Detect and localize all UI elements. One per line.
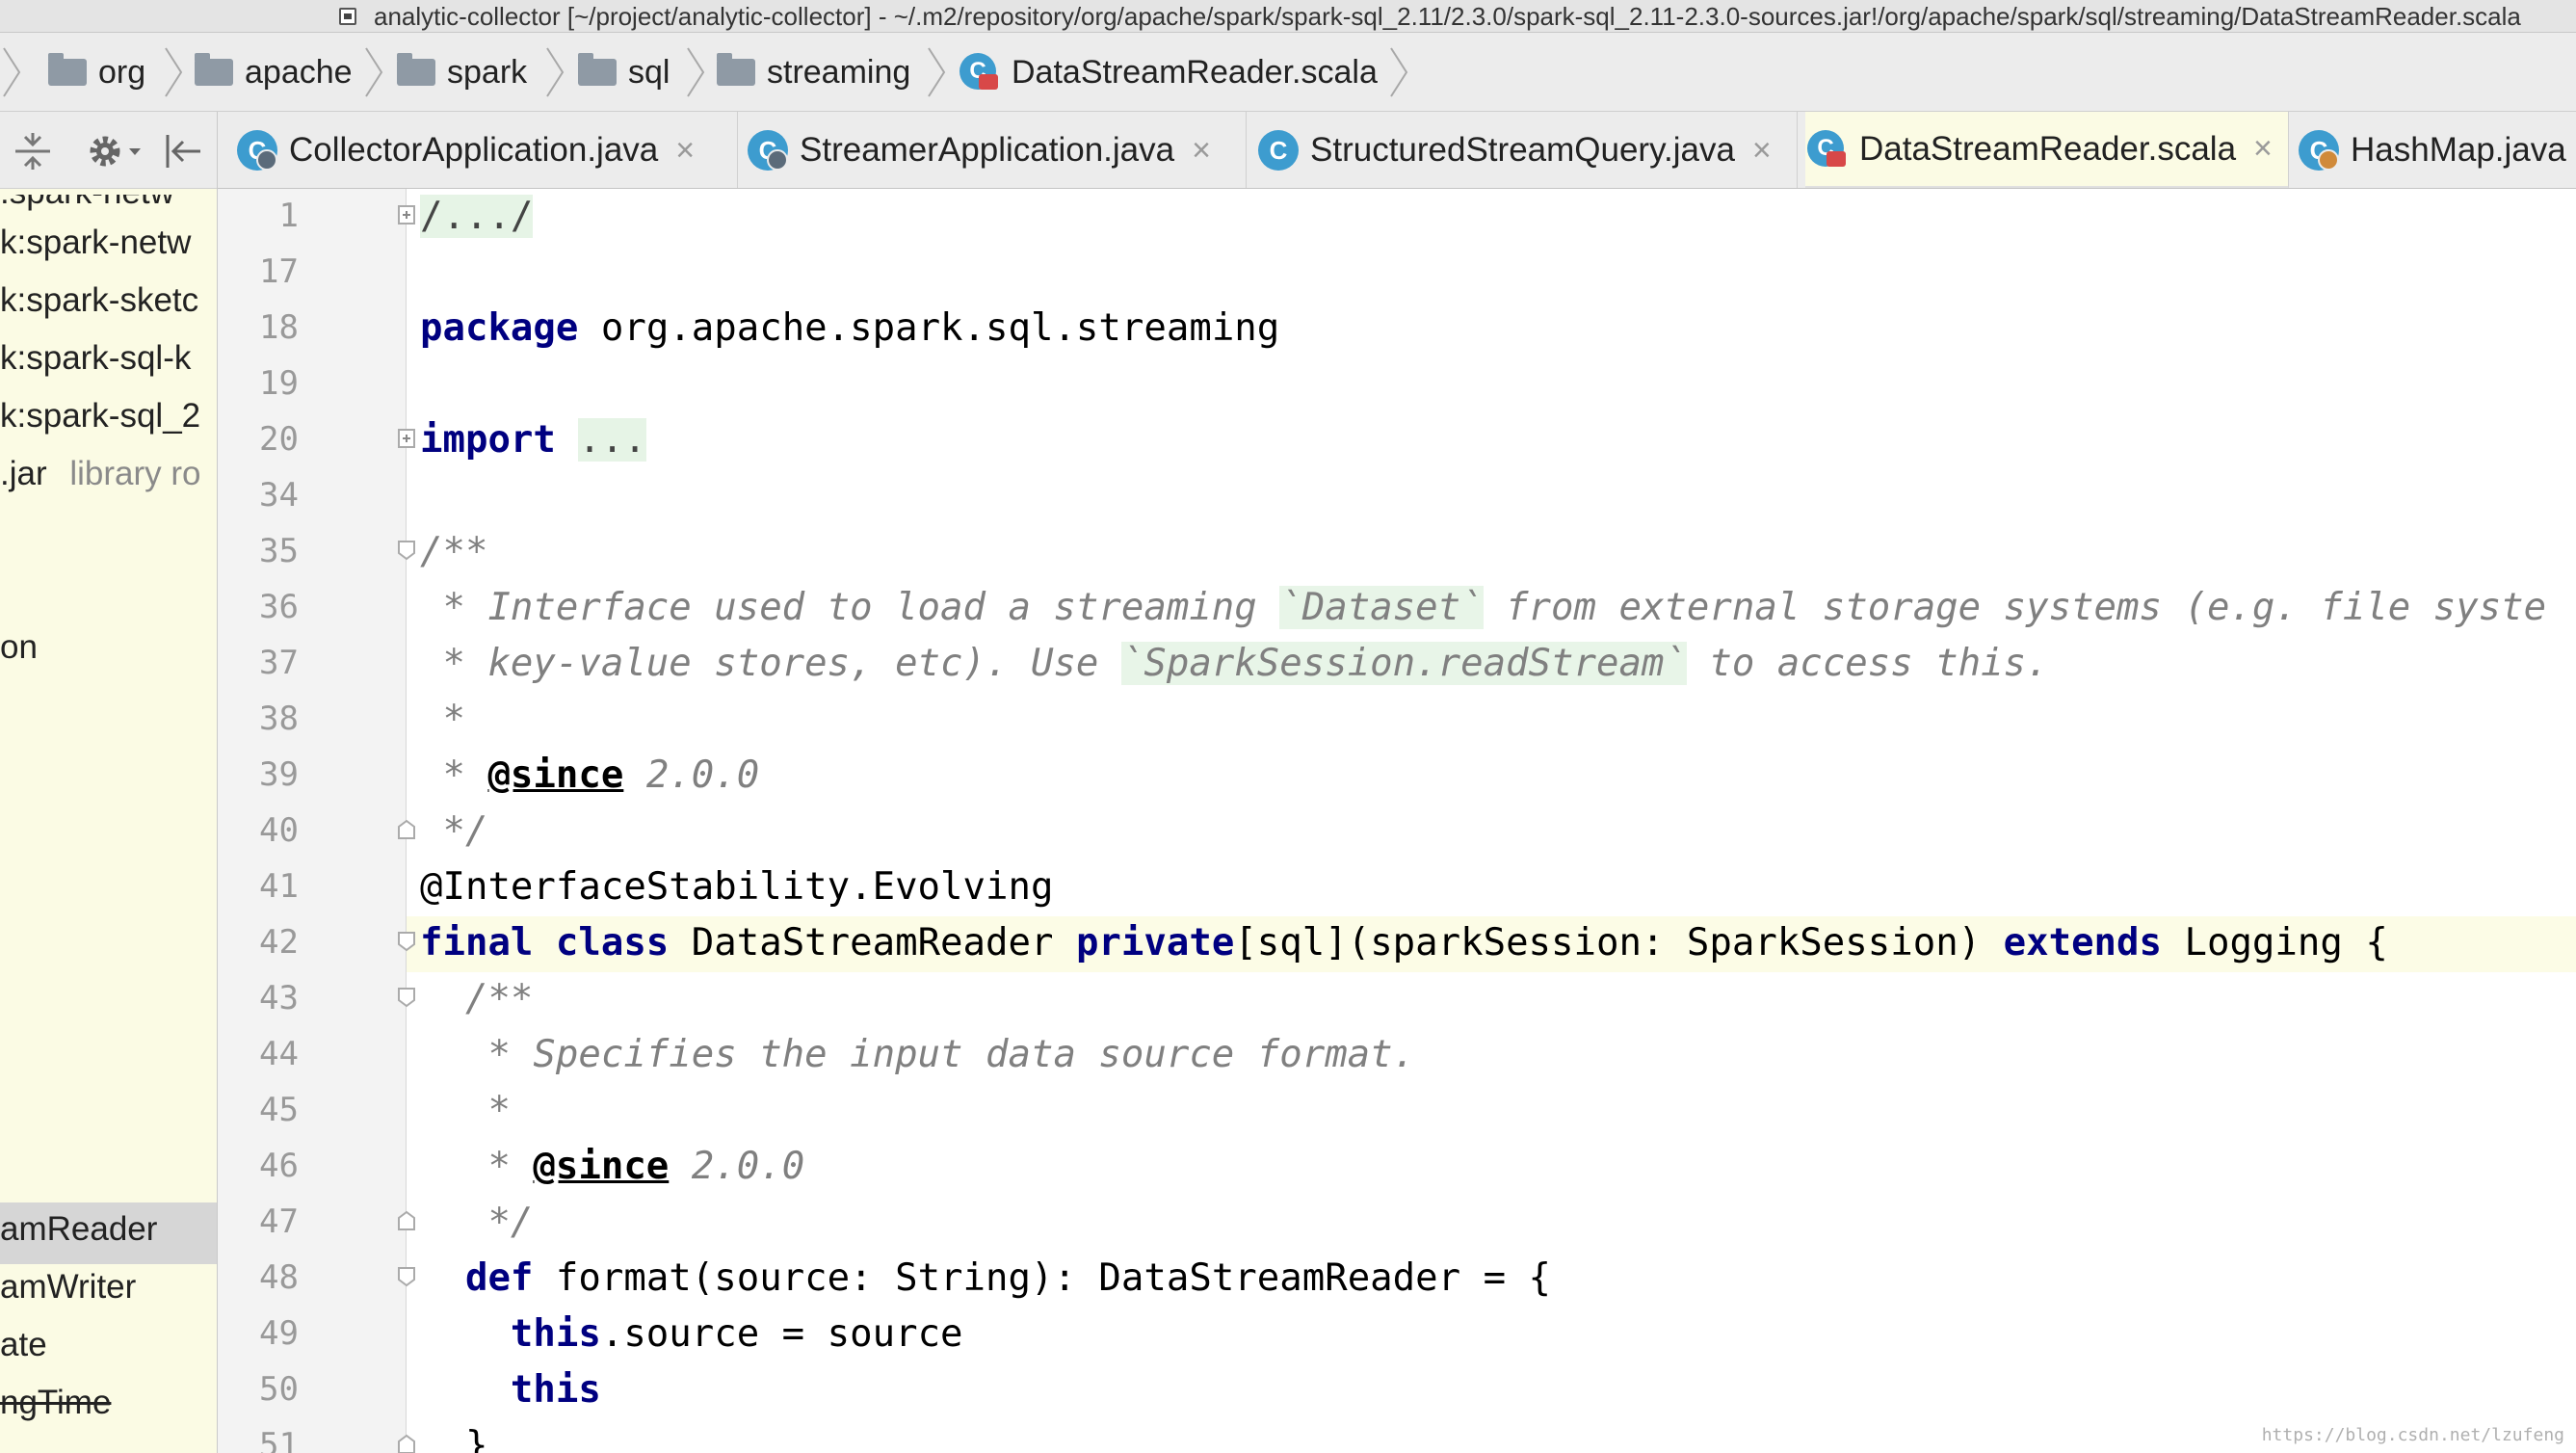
code-line: 38 * <box>259 698 465 741</box>
breadcrumb-item-streaming[interactable]: streaming <box>717 33 910 111</box>
hide-panel-icon[interactable] <box>164 133 202 170</box>
chevron-right-icon <box>928 47 946 97</box>
code-line: 41 @InterfaceStability.Evolving <box>259 865 1054 909</box>
java-class-icon: C <box>2299 130 2339 171</box>
code-line: 39 * @since 2.0.0 <box>259 753 760 797</box>
library-root-hint: library ro <box>69 455 201 492</box>
folded-region[interactable]: /.../ <box>420 195 534 238</box>
code-line: 37 * key-value stores, etc). Use `SparkS… <box>259 642 2049 685</box>
tree-item[interactable]: k:spark-sql_2 <box>0 397 200 436</box>
folder-icon <box>578 53 617 86</box>
code-line: 48 def format(source: String): DataStrea… <box>259 1256 1552 1300</box>
tab-streamer-application[interactable]: C StreamerApplication.java × <box>748 112 1247 188</box>
tab-data-stream-reader[interactable]: C DataStreamReader.scala × <box>1805 112 2289 188</box>
fold-end-icon[interactable] <box>397 1210 416 1231</box>
tree-item[interactable]: k:spark-netw <box>0 224 191 262</box>
code-line: 17 <box>259 252 299 291</box>
editor-tabs: C CollectorApplication.java × C Streamer… <box>218 112 2576 189</box>
code-line: 1 /.../ <box>278 195 534 238</box>
tree-item[interactable]: k:spark-sql-k <box>0 339 191 378</box>
project-panel: :spark-netw k:spark-netw k:spark-sketc k… <box>0 112 218 1453</box>
code-line: 35 /** <box>259 530 488 573</box>
fold-expand-icon[interactable] <box>397 204 416 225</box>
chevron-right-icon <box>3 47 21 97</box>
code-line: 40 */ <box>259 809 488 853</box>
code-line: 45 * <box>259 1089 511 1132</box>
code-line: 47 */ <box>259 1201 534 1244</box>
code-line: 36 * Interface used to load a streaming … <box>259 586 2547 629</box>
gear-icon[interactable] <box>85 131 146 172</box>
folder-icon <box>48 53 87 86</box>
code-line: 34 <box>259 476 299 515</box>
project-panel-toolbar <box>0 112 217 189</box>
fold-end-icon[interactable] <box>397 819 416 840</box>
collapse-all-icon[interactable] <box>13 133 52 170</box>
breadcrumb: org apache spark sql streaming C DataStr… <box>0 33 2576 112</box>
close-icon[interactable]: × <box>1752 132 1772 170</box>
tab-collector-application[interactable]: C CollectorApplication.java × <box>237 112 738 188</box>
fold-collapse-icon[interactable] <box>397 1266 416 1287</box>
title-bar: analytic-collector [~/project/analytic-c… <box>0 0 2576 33</box>
tree-item-deprecated[interactable]: ngTime <box>0 1384 111 1422</box>
breadcrumb-item-sql[interactable]: sql <box>578 33 670 111</box>
fold-collapse-icon[interactable] <box>397 931 416 952</box>
breadcrumb-item-apache[interactable]: apache <box>195 33 353 111</box>
chevron-right-icon <box>546 47 565 97</box>
code-line: 43 /** <box>259 977 534 1020</box>
fold-collapse-icon[interactable] <box>397 540 416 561</box>
tree-item-jar[interactable]: .jar library ro <box>0 455 201 493</box>
close-icon[interactable]: × <box>2253 130 2273 168</box>
chevron-right-icon <box>165 47 183 97</box>
breadcrumb-item-spark[interactable]: spark <box>397 33 527 111</box>
close-icon[interactable]: × <box>675 132 695 170</box>
code-line: 18 package org.apache.spark.sql.streamin… <box>259 306 1280 350</box>
document-icon <box>339 8 356 25</box>
java-app-class-icon: C <box>748 130 788 171</box>
tree-item[interactable]: on <box>0 628 38 667</box>
chevron-right-icon <box>365 47 383 97</box>
fold-collapse-icon[interactable] <box>397 987 416 1008</box>
close-icon[interactable]: × <box>1192 132 1211 170</box>
tab-structured-stream-query[interactable]: C StructuredStreamQuery.java × <box>1258 112 1798 188</box>
fold-expand-icon[interactable] <box>397 428 416 449</box>
scala-class-icon: C <box>1805 128 1848 171</box>
tab-hashmap[interactable]: C HashMap.java <box>2299 112 2576 188</box>
watermark: https://blog.csdn.net/lzufeng <box>2261 1425 2564 1445</box>
folder-icon <box>195 53 233 86</box>
folded-imports[interactable]: ... <box>578 418 646 462</box>
java-app-class-icon: C <box>237 130 277 171</box>
breadcrumb-item-org[interactable]: org <box>48 33 145 111</box>
code-line: 19 <box>259 364 299 403</box>
window-title: analytic-collector [~/project/analytic-c… <box>374 2 2521 31</box>
chevron-right-icon <box>1390 47 1408 97</box>
tree-item[interactable]: amWriter <box>0 1268 136 1307</box>
code-line-current: 42 final class DataStreamReader private[… <box>259 921 2388 964</box>
tree-item[interactable]: k:spark-sketc <box>0 281 198 320</box>
code-line: 20 import ... <box>259 418 646 462</box>
code-line: 50 this <box>259 1368 601 1412</box>
code-line: 49 this.source = source <box>259 1312 963 1356</box>
folder-icon <box>717 53 755 86</box>
tree-item[interactable]: ate <box>0 1326 47 1364</box>
code-editor[interactable]: 1 /.../ 17 18 package org.apache.spark.s… <box>218 189 2576 1453</box>
tree-item-selected[interactable]: amReader <box>0 1210 157 1249</box>
scala-class-icon: C <box>958 51 1000 93</box>
java-class-icon: C <box>1258 130 1299 171</box>
chevron-right-icon <box>687 47 705 97</box>
code-line: 46 * @since 2.0.0 <box>259 1145 805 1188</box>
code-line: 51 } <box>259 1424 488 1453</box>
fold-end-icon[interactable] <box>397 1434 416 1453</box>
folder-icon <box>397 53 435 86</box>
code-line: 44 * Specifies the input data source for… <box>259 1033 1416 1076</box>
breadcrumb-item-file[interactable]: C DataStreamReader.scala <box>958 33 1378 111</box>
